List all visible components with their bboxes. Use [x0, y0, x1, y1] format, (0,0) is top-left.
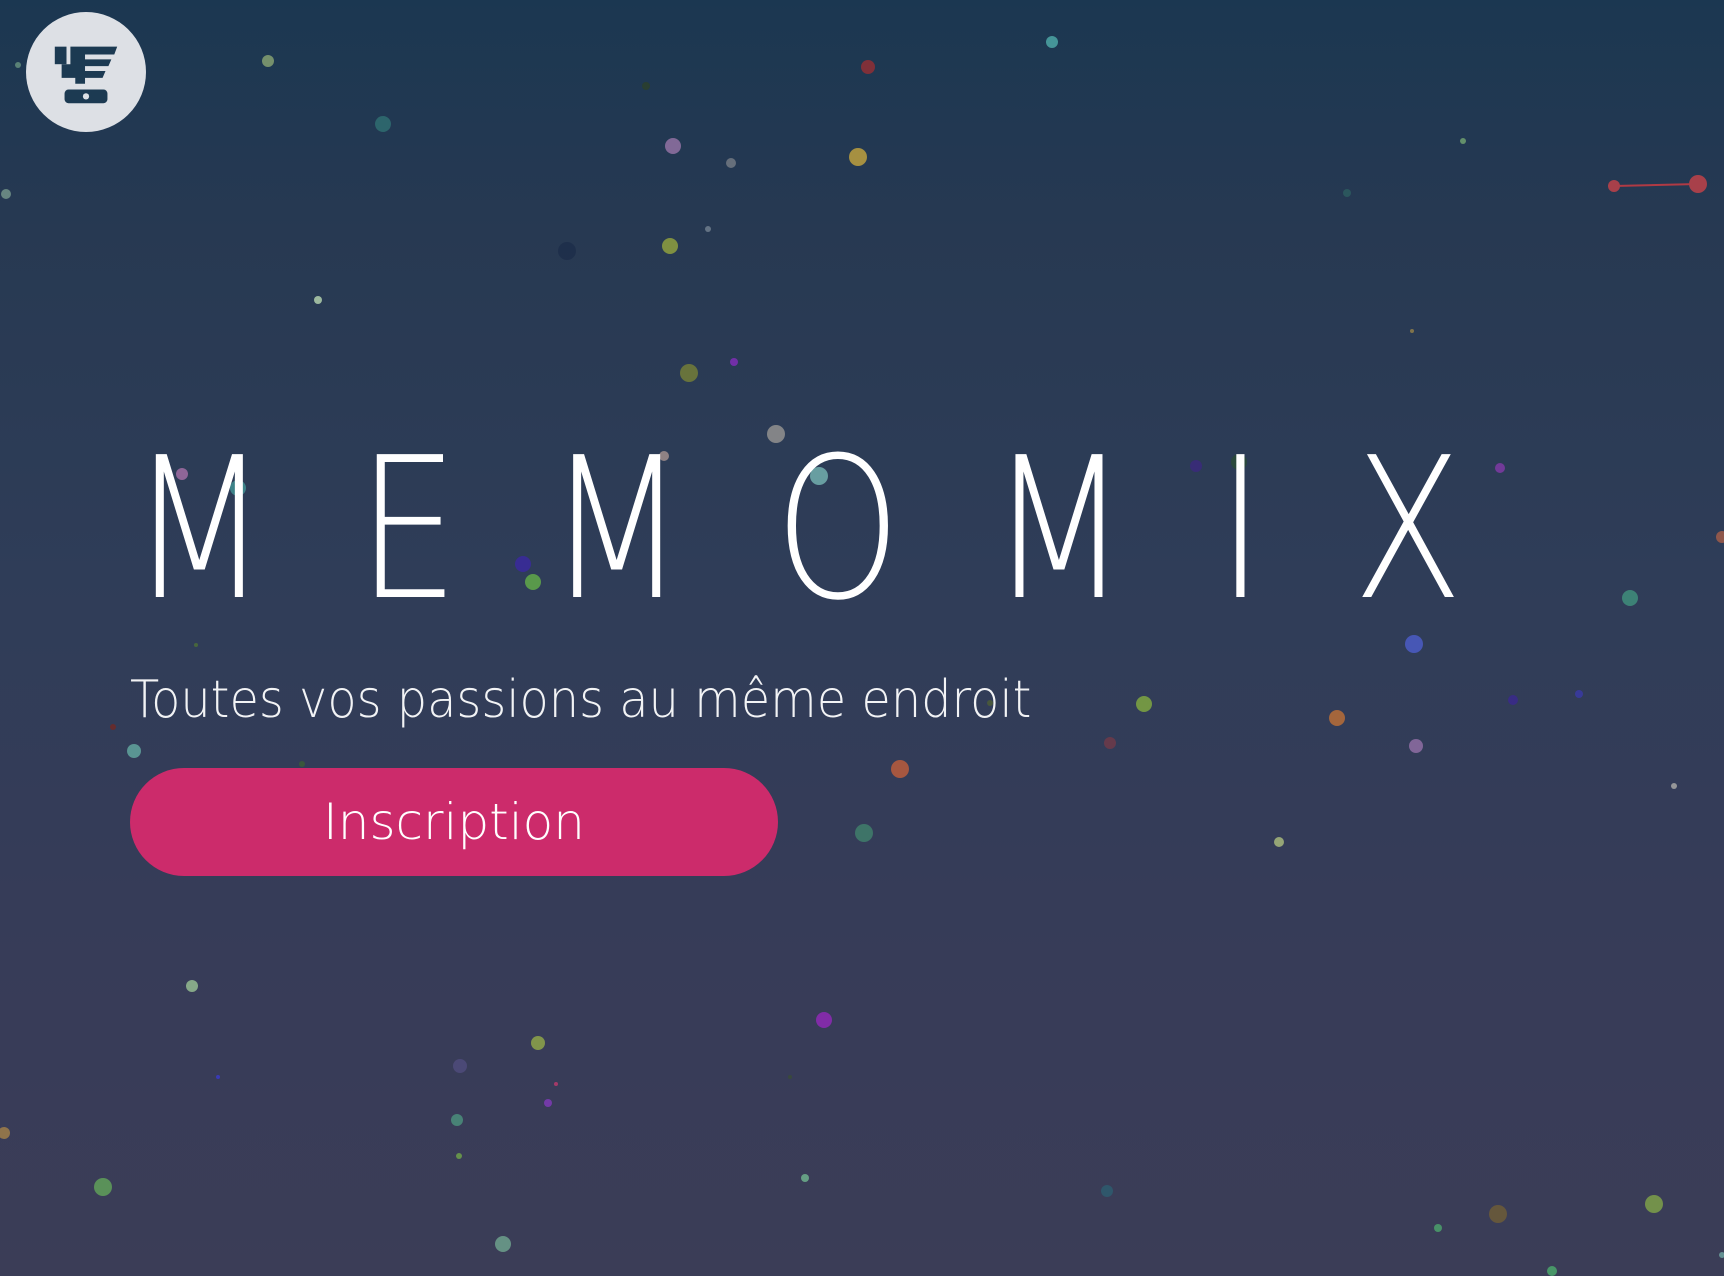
particle-dot	[314, 296, 322, 304]
particle-dot	[816, 1012, 832, 1028]
particle-dot	[665, 138, 681, 154]
particle-dot	[861, 60, 875, 74]
particle-dot	[531, 1036, 545, 1050]
particle-dot	[453, 1059, 467, 1073]
particle-dot	[1046, 36, 1058, 48]
signup-button[interactable]: Inscription	[130, 768, 778, 876]
particle-dot	[262, 55, 274, 67]
particle-dot	[451, 1114, 463, 1126]
particle-dot	[1608, 180, 1620, 192]
particle-dot	[110, 724, 116, 730]
particle-dot	[1689, 175, 1707, 193]
signup-button-label: Inscription	[323, 793, 585, 851]
particle-dot	[554, 1082, 558, 1086]
particle-dot	[1343, 189, 1351, 197]
logo-button[interactable]	[26, 12, 146, 132]
particle-dot	[705, 226, 711, 232]
particle-dot	[216, 1075, 220, 1079]
particle-dot	[375, 116, 391, 132]
particle-dot	[94, 1178, 112, 1196]
particle-dot	[1410, 329, 1414, 333]
particle-dot	[1716, 531, 1724, 543]
particle-dot	[680, 364, 698, 382]
particle-dot	[801, 1174, 809, 1182]
particle-dot	[1460, 138, 1466, 144]
particle-dot	[495, 1236, 511, 1252]
particle-dot	[1645, 1195, 1663, 1213]
tagline: Toutes vos passions au même endroit	[130, 670, 1032, 730]
particle-dot	[1489, 1205, 1507, 1223]
particle-dot	[544, 1099, 552, 1107]
hero-section: MEMOMIX Toutes vos passions au même endr…	[130, 430, 1690, 876]
memomix-logo-icon	[54, 46, 118, 104]
particle-dot	[558, 242, 576, 260]
particle-dot	[1547, 1266, 1557, 1276]
particle-dot	[1719, 1252, 1724, 1258]
particle-dot	[1434, 1224, 1442, 1232]
particle-dot	[1, 189, 11, 199]
particle-dot	[15, 62, 21, 68]
brand-title: MEMOMIX	[130, 416, 1552, 644]
particle-dot	[788, 1075, 792, 1079]
particle-link	[1613, 183, 1699, 187]
particle-dot	[1101, 1185, 1113, 1197]
particle-dot	[726, 158, 736, 168]
particle-dot	[662, 238, 678, 254]
particle-dot	[0, 1127, 10, 1139]
particle-dot	[849, 148, 867, 166]
particle-dot	[186, 980, 198, 992]
particle-dot	[456, 1153, 462, 1159]
particle-dot	[642, 82, 650, 90]
particle-dot	[730, 358, 738, 366]
